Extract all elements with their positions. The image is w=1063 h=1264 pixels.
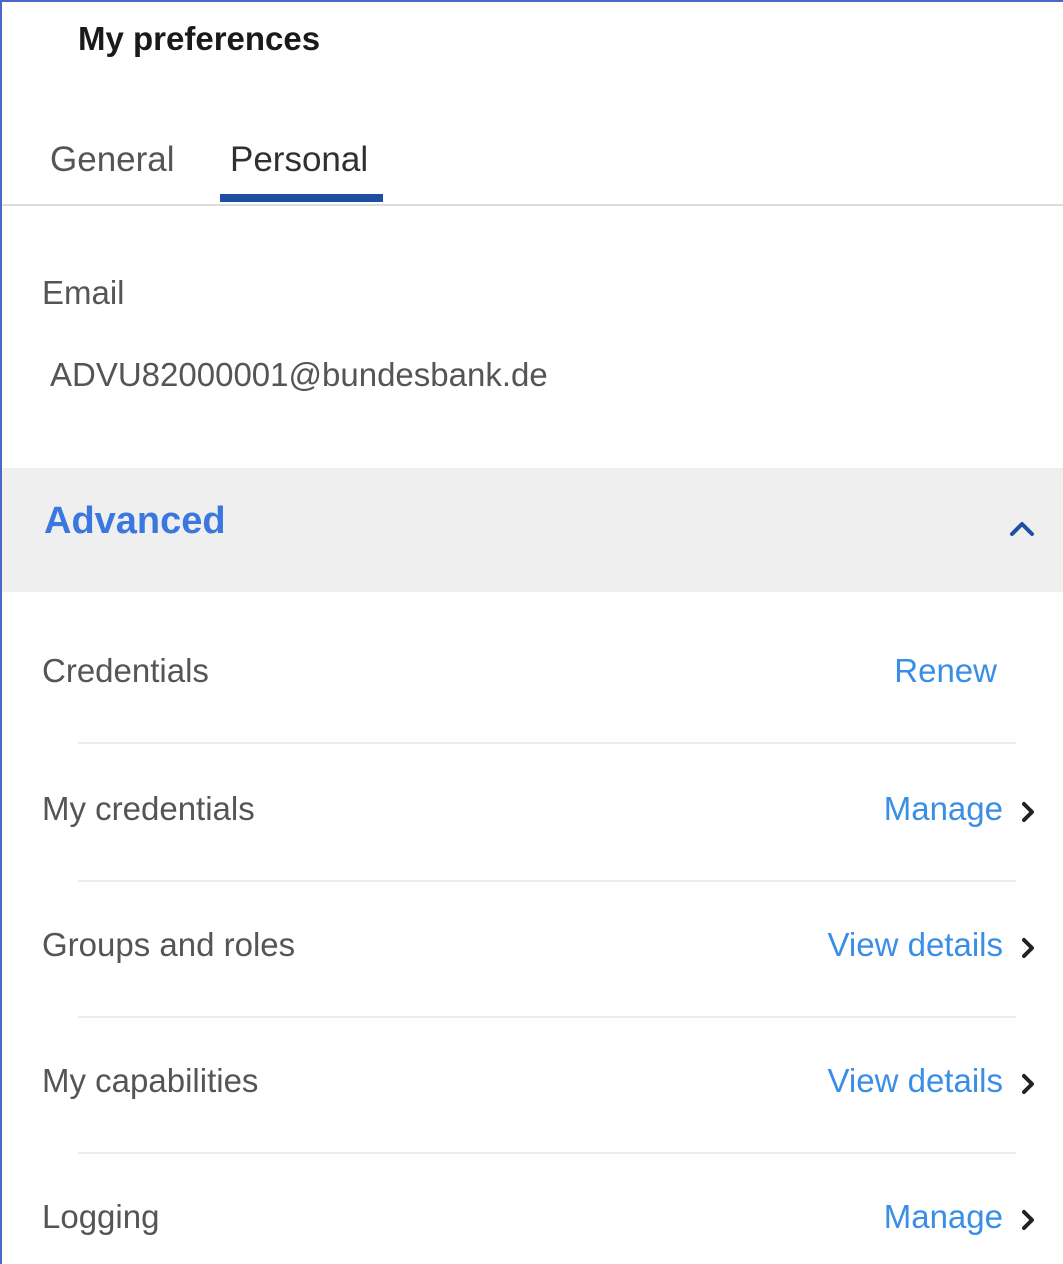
tab-bar: General Personal	[2, 130, 1063, 206]
manage-logging-link[interactable]: Manage	[884, 1198, 1003, 1236]
row-credentials: Credentials Renew	[2, 606, 1063, 744]
manage-credentials-link[interactable]: Manage	[884, 790, 1003, 828]
preferences-panel: My preferences General Personal Email AD…	[0, 0, 1063, 1264]
tab-general[interactable]: General	[50, 140, 175, 180]
active-tab-indicator	[220, 194, 383, 202]
row-label: Groups and roles	[42, 926, 296, 963]
tab-personal[interactable]: Personal	[230, 140, 368, 180]
chevron-up-icon[interactable]	[1008, 518, 1036, 538]
view-groups-details-link[interactable]: View details	[828, 926, 1004, 964]
row-label: My capabilities	[42, 1062, 259, 1099]
chevron-right-icon[interactable]	[1020, 936, 1036, 960]
row-groups-and-roles: Groups and roles View details	[2, 880, 1063, 1018]
email-label: Email	[42, 274, 125, 311]
renew-link[interactable]: Renew	[894, 652, 997, 690]
row-my-capabilities: My capabilities View details	[2, 1016, 1063, 1154]
chevron-right-icon[interactable]	[1020, 1072, 1036, 1096]
page-title: My preferences	[78, 20, 321, 57]
row-logging: Logging Manage	[2, 1152, 1063, 1264]
advanced-section-toggle[interactable]: Advanced	[2, 468, 1063, 592]
row-label: Credentials	[42, 652, 209, 689]
advanced-section-title: Advanced	[44, 500, 226, 542]
chevron-right-icon[interactable]	[1020, 1208, 1036, 1232]
row-label: My credentials	[42, 790, 255, 827]
chevron-right-icon[interactable]	[1020, 800, 1036, 824]
row-label: Logging	[42, 1198, 160, 1235]
view-capabilities-details-link[interactable]: View details	[828, 1062, 1004, 1100]
row-my-credentials: My credentials Manage	[2, 744, 1063, 882]
email-value: ADVU82000001@bundesbank.de	[50, 356, 548, 393]
